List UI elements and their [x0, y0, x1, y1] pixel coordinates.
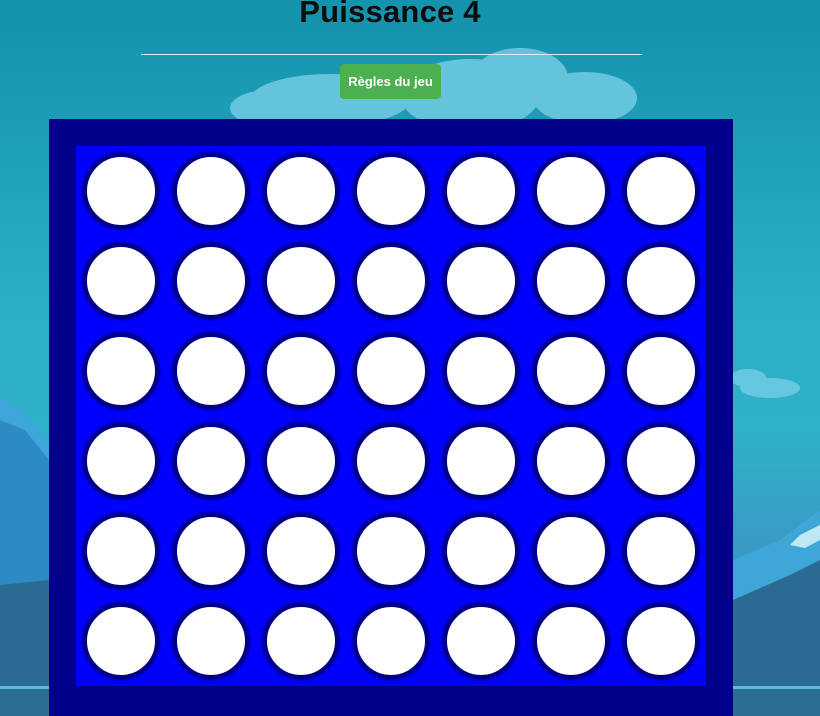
board-cell[interactable] [623, 243, 699, 319]
board-cell[interactable] [443, 423, 519, 499]
board-cell[interactable] [173, 243, 249, 319]
board-cell[interactable] [353, 423, 429, 499]
board-cell[interactable] [533, 513, 609, 589]
rules-button[interactable]: Règles du jeu [340, 64, 441, 99]
board-cell[interactable] [263, 423, 339, 499]
board-cell[interactable] [353, 603, 429, 679]
title-divider [141, 54, 642, 55]
board-cell[interactable] [173, 333, 249, 409]
board-cell[interactable] [623, 513, 699, 589]
board-cell[interactable] [623, 603, 699, 679]
board-cell[interactable] [353, 153, 429, 229]
board-cell[interactable] [83, 513, 159, 589]
board-cell[interactable] [443, 603, 519, 679]
board-cell[interactable] [263, 333, 339, 409]
board-cell[interactable] [443, 333, 519, 409]
board-cell[interactable] [533, 333, 609, 409]
board-cell[interactable] [173, 603, 249, 679]
board-cell[interactable] [263, 603, 339, 679]
board-cell[interactable] [83, 153, 159, 229]
board-cell[interactable] [623, 333, 699, 409]
mountain-left [0, 395, 49, 716]
game-scene: Puissance 4 Règles du jeu [0, 0, 820, 716]
board-cell[interactable] [533, 423, 609, 499]
board-cell[interactable] [353, 513, 429, 589]
mountain-right [733, 510, 820, 716]
board-cell[interactable] [83, 603, 159, 679]
board-cell[interactable] [83, 243, 159, 319]
board-cell[interactable] [533, 603, 609, 679]
board-cell[interactable] [83, 333, 159, 409]
board-cell[interactable] [173, 423, 249, 499]
board-cell[interactable] [263, 513, 339, 589]
board-cell[interactable] [623, 423, 699, 499]
board-cell[interactable] [443, 243, 519, 319]
board-cell[interactable] [263, 153, 339, 229]
game-title: Puissance 4 [299, 0, 481, 29]
board-cell[interactable] [83, 423, 159, 499]
board-frame [49, 119, 733, 716]
board-cell[interactable] [533, 243, 609, 319]
board-cell[interactable] [263, 243, 339, 319]
board-cell[interactable] [353, 333, 429, 409]
board-cell[interactable] [353, 243, 429, 319]
board-cell[interactable] [533, 153, 609, 229]
board-cell[interactable] [443, 513, 519, 589]
board-cell[interactable] [443, 153, 519, 229]
game-board [76, 146, 706, 686]
board-cell[interactable] [173, 513, 249, 589]
board-cell[interactable] [623, 153, 699, 229]
cloud-shape [730, 369, 800, 398]
board-cell[interactable] [173, 153, 249, 229]
